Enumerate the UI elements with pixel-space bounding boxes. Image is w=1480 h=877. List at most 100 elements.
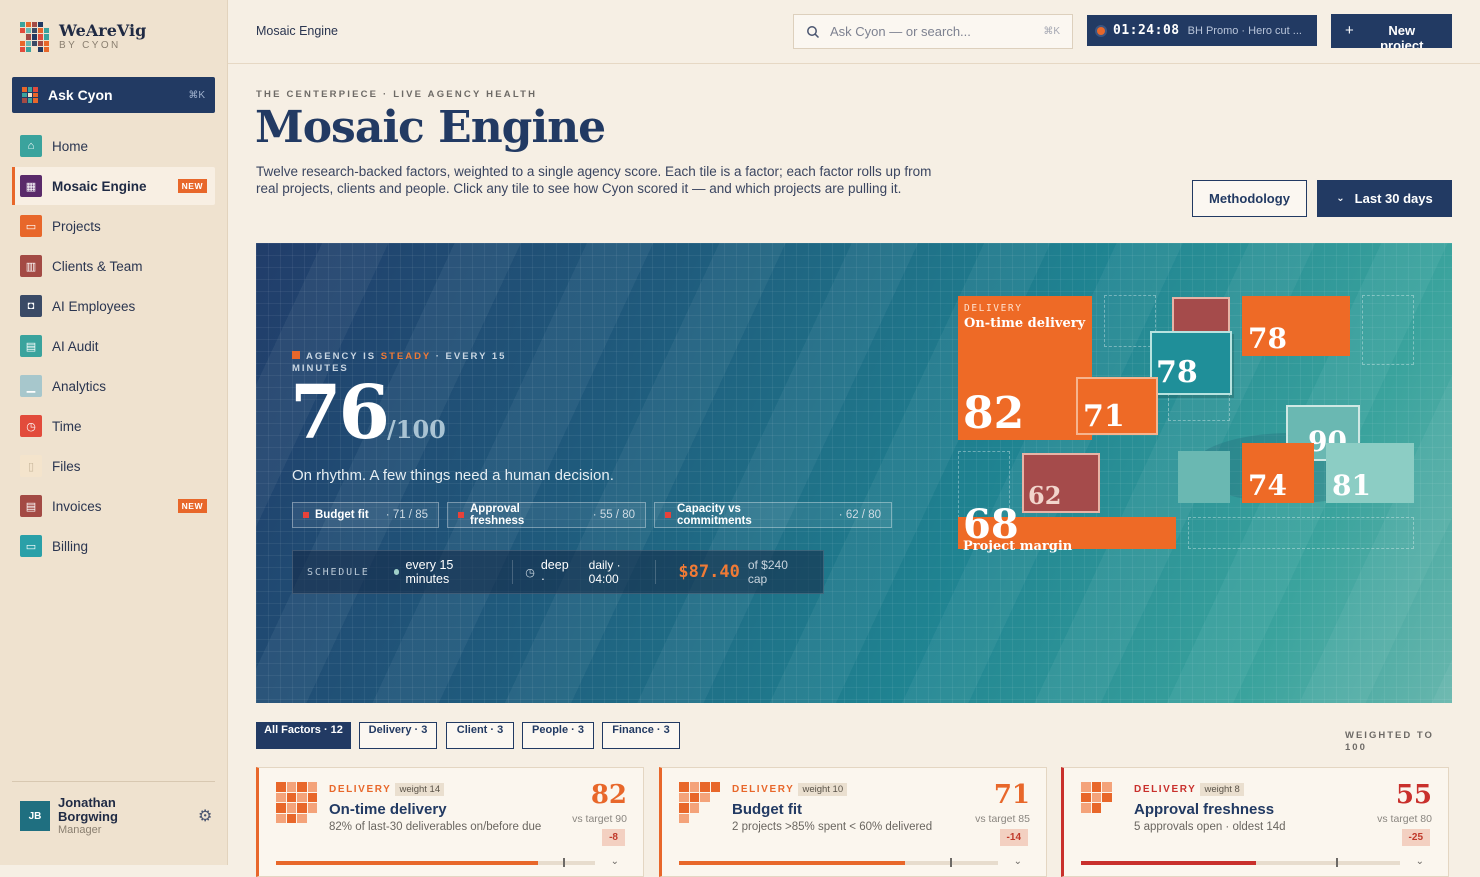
clock-icon: ◷ xyxy=(525,566,535,579)
card-progress-fill xyxy=(679,861,906,865)
chevron-down-icon[interactable]: ⌄ xyxy=(1416,856,1424,867)
sidebar-item-projects[interactable]: ▭ Projects xyxy=(12,207,215,245)
schedule-bar[interactable]: SCHEDULE every 15 minutes ◷ deep · daily … xyxy=(292,550,824,594)
tile-project-margin[interactable]: 68 Project margin xyxy=(958,501,1176,554)
chip-name: Budget fit xyxy=(315,509,369,521)
tile-label: Project margin xyxy=(963,539,1073,554)
factor-mosaic-icon xyxy=(276,782,317,823)
tile-score: 71 xyxy=(1083,399,1125,434)
sidebar-item-label: Billing xyxy=(52,538,89,554)
card-subtitle: 2 projects >85% spent < 60% delivered xyxy=(732,821,933,833)
tile-factor[interactable] xyxy=(1178,451,1230,503)
tile-factor-mint[interactable]: 81 xyxy=(1326,443,1414,503)
page-eyebrow: THE CENTERPIECE · LIVE AGENCY HEALTH xyxy=(256,89,538,100)
gear-icon[interactable]: ⚙ xyxy=(198,806,212,826)
ask-cyon-button[interactable]: Ask Cyon ⌘K xyxy=(12,77,215,113)
sidebar-item-billing[interactable]: ▭ Billing xyxy=(12,527,215,565)
filter-client[interactable]: Client · 3 xyxy=(446,722,514,749)
filter-all-factors[interactable]: All Factors · 12 xyxy=(256,722,351,749)
filter-finance[interactable]: Finance · 3 xyxy=(602,722,680,749)
card-weight: weight 14 xyxy=(395,783,445,796)
chip-value: · 71 / 85 xyxy=(385,509,428,521)
sidebar-item-clients-team[interactable]: ▥ Clients & Team xyxy=(12,247,215,285)
chevron-down-icon[interactable]: ⌄ xyxy=(611,856,619,867)
page-intro: Twelve research-backed factors, weighted… xyxy=(256,164,932,196)
filter-delivery[interactable]: Delivery · 3 xyxy=(359,722,437,749)
new-project-button[interactable]: + New project xyxy=(1331,14,1452,48)
card-weight: weight 8 xyxy=(1200,783,1244,796)
brand[interactable]: WeAreVig BY CYON xyxy=(20,22,146,52)
plus-icon: + xyxy=(1345,22,1354,39)
divider xyxy=(655,560,657,584)
factor-mosaic-icon xyxy=(679,782,720,823)
page-title: Mosaic Engine xyxy=(255,102,606,153)
sidebar-item-mosaic-engine[interactable]: ▦ Mosaic Engine NEW xyxy=(12,167,215,205)
timer-task: BH Promo · Hero cut ... xyxy=(1187,24,1302,37)
card-target: vs target 90 xyxy=(572,813,627,825)
schedule-mode-text: deep xyxy=(540,558,569,572)
mosaic-icon xyxy=(22,87,38,103)
user-profile[interactable]: JB Jonathan Borgwing Manager ⚙ xyxy=(12,781,215,836)
tile-factor-orange[interactable]: 78 xyxy=(1242,296,1350,356)
audit-icon: ▤ xyxy=(20,335,42,357)
sidebar-item-home[interactable]: ⌂ Home xyxy=(12,127,215,165)
factor-chip-budget[interactable]: Budget fit · 71 / 85 xyxy=(292,502,439,528)
alert-dot-icon xyxy=(458,512,464,518)
brand-logo-icon xyxy=(20,22,49,52)
card-category: DELIVERY weight 14 xyxy=(329,783,445,796)
tile-factor-red[interactable]: 62 xyxy=(1022,453,1100,513)
chevron-down-icon[interactable]: ⌄ xyxy=(1014,856,1022,867)
user-name: Jonathan Borgwing xyxy=(58,795,118,824)
chart-icon: ▁ xyxy=(20,375,42,397)
ask-shortcut: ⌘K xyxy=(188,89,205,101)
filter-people[interactable]: People · 3 xyxy=(522,722,594,749)
chip-name: Capacity vs commitments xyxy=(677,503,752,527)
score-tagline: On rhythm. A few things need a human dec… xyxy=(292,467,614,484)
factor-card[interactable]: DELIVERY weight 14 On-time delivery 82% of … xyxy=(256,767,644,877)
date-range-label: Last 30 days xyxy=(1354,191,1433,206)
folder-icon: ▭ xyxy=(20,215,42,237)
tile-factor-orange-2[interactable]: 74 xyxy=(1242,443,1314,503)
record-dot-icon xyxy=(1097,26,1105,35)
tile-placeholder xyxy=(1362,295,1414,365)
factor-chip-approval[interactable]: Approval freshness · 55 / 80 xyxy=(447,502,646,528)
tile-budget-fit[interactable]: 71 xyxy=(1076,377,1158,435)
sidebar-item-label: Files xyxy=(52,458,81,474)
methodology-button[interactable]: Methodology xyxy=(1192,180,1307,217)
agency-health-hero: AGENCY IS STEADY · EVERY 15 MINUTES 76/1… xyxy=(256,243,1452,703)
card-title: Approval freshness xyxy=(1134,801,1275,818)
robot-icon: ◘ xyxy=(20,295,42,317)
sidebar-item-label: AI Audit xyxy=(52,338,99,354)
card-progress-fill xyxy=(276,861,538,865)
topbar: Mosaic Engine Ask Cyon — or search... ⌘K… xyxy=(228,0,1480,64)
tile-factor-teal[interactable]: 78 xyxy=(1150,331,1232,395)
card-score: 71 xyxy=(993,780,1030,810)
sidebar-item-analytics[interactable]: ▁ Analytics xyxy=(12,367,215,405)
search-input[interactable]: Ask Cyon — or search... ⌘K xyxy=(793,14,1073,49)
sidebar-item-label: Time xyxy=(52,418,82,434)
tile-placeholder xyxy=(1168,393,1230,421)
breadcrumb[interactable]: Mosaic Engine xyxy=(256,24,338,38)
new-badge: NEW xyxy=(177,499,207,513)
sidebar-item-files[interactable]: ▯ Files xyxy=(12,447,215,485)
card-kicker: DELIVERY xyxy=(1134,784,1197,795)
factor-card[interactable]: DELIVERY weight 10 Budget fit 2 projects >8… xyxy=(659,767,1047,877)
card-delta: -25 xyxy=(1401,829,1430,846)
time-tracker[interactable]: 01:24:08 BH Promo · Hero cut ... xyxy=(1087,15,1317,46)
sidebar-item-ai-employees[interactable]: ◘ AI Employees xyxy=(12,287,215,325)
factor-card[interactable]: DELIVERY weight 8 Approval freshness 5 appr… xyxy=(1061,767,1449,877)
alert-dot-icon xyxy=(665,512,671,518)
card-progress-bar xyxy=(1081,858,1400,867)
search-icon xyxy=(807,25,820,38)
sidebar-item-ai-audit[interactable]: ▤ AI Audit xyxy=(12,327,215,365)
card-kicker: DELIVERY xyxy=(329,784,392,795)
cost-cap: of $240 cap xyxy=(747,558,788,586)
chip-value: · 62 / 80 xyxy=(838,509,881,521)
tile-on-time-delivery[interactable]: DELIVERY On-time delivery 82 xyxy=(958,296,1092,440)
factor-chip-capacity[interactable]: Capacity vs commitments · 62 / 80 xyxy=(654,502,892,528)
card-title: On-time delivery xyxy=(329,801,447,818)
sidebar-item-invoices[interactable]: ▤ Invoices NEW xyxy=(12,487,215,525)
date-range-button[interactable]: ⌄ Last 30 days xyxy=(1317,180,1452,217)
sidebar-item-time[interactable]: ◷ Time xyxy=(12,407,215,445)
card-progress-bar xyxy=(679,858,998,867)
